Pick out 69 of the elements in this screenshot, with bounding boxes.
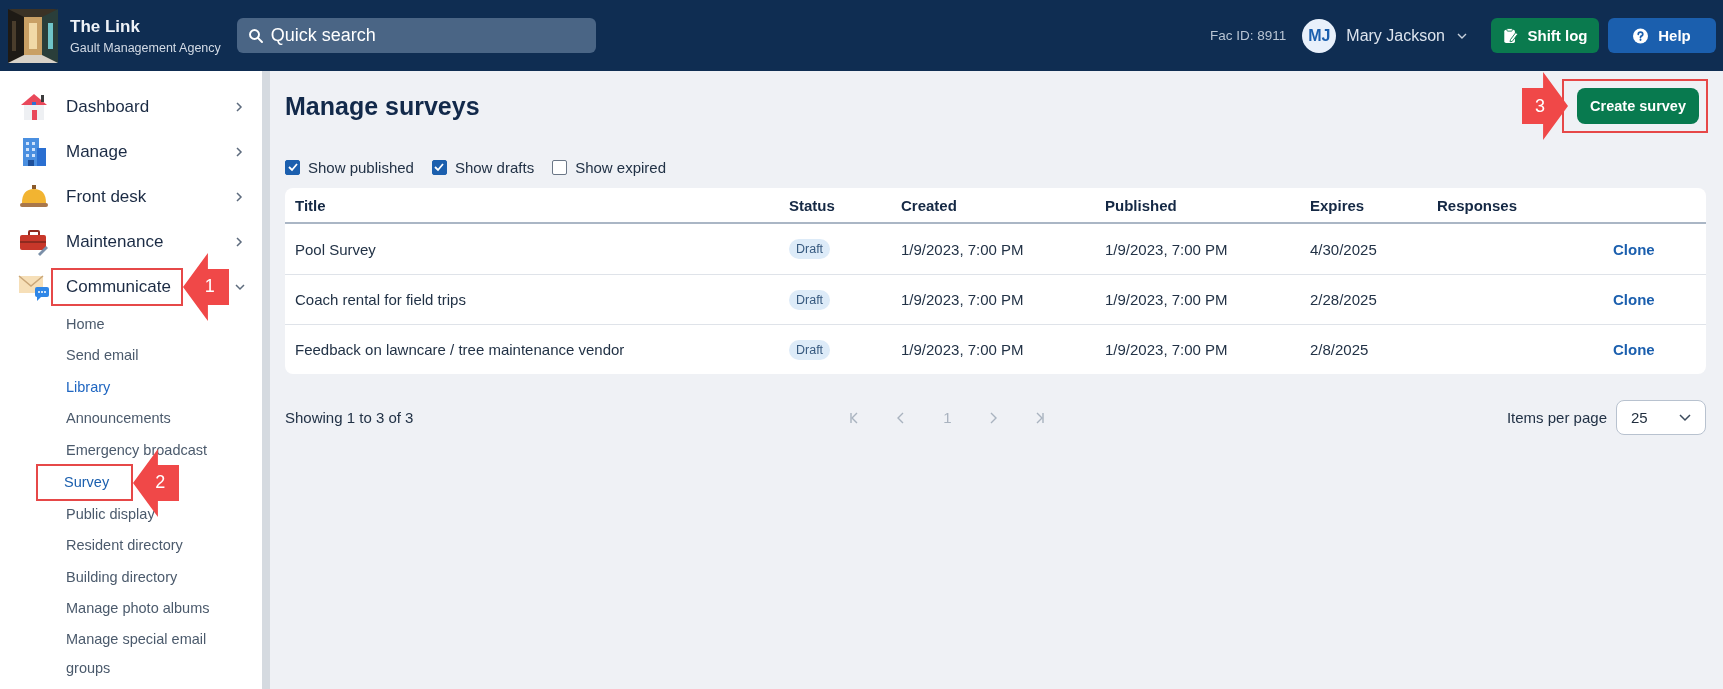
status-badge: Draft <box>789 289 831 310</box>
table-cell-text: Pool Survey <box>294 240 377 258</box>
checkbox-label: Show drafts <box>454 158 535 176</box>
caret-icon <box>1457 32 1467 39</box>
table-cell-text: 1/9/2023, 7:00 PM <box>1104 291 1229 308</box>
table-cell-text: 1/9/2023, 7:00 PM <box>1104 341 1229 358</box>
column-header: Status <box>788 196 836 214</box>
checkbox[interactable] <box>552 159 568 175</box>
nav-link[interactable]: Announcements <box>66 403 244 435</box>
chevron-icon[interactable] <box>234 101 244 112</box>
nav-label: Front desk <box>66 186 148 207</box>
nav-link[interactable]: Public display <box>66 499 244 531</box>
result-count: Showing 1 to 3 of 3 <box>285 409 414 426</box>
page-size-select[interactable]: 25 <box>1616 400 1706 435</box>
nav-label: Maintenance <box>66 231 165 252</box>
help-button[interactable]: Help <box>1608 18 1716 53</box>
status-badge: Draft <box>789 239 831 259</box>
column-header: Responses <box>1436 196 1519 214</box>
user-name: Mary Jackson <box>1346 26 1445 45</box>
table-cell-text: 2/8/2025 <box>1309 341 1370 358</box>
column-header: Published <box>1104 196 1178 214</box>
status-badge: Draft <box>789 339 831 360</box>
column-header: Expires <box>1309 196 1366 214</box>
search-field[interactable]: Quick search <box>236 18 596 53</box>
facility-id: Fac ID: 8911 <box>1210 28 1287 43</box>
shift-log-button[interactable]: Shift log <box>1491 18 1599 53</box>
clone-link[interactable]: Clone <box>1613 240 1655 258</box>
column-header: Created <box>900 196 958 214</box>
table-cell-text: 2/28/2025 <box>1309 291 1378 308</box>
items-per-page-label: Items per page <box>1506 409 1607 426</box>
table-cell-text: 1/9/2023, 7:00 PM <box>900 341 1025 358</box>
chevron-icon[interactable] <box>234 191 244 202</box>
nav-link[interactable]: Home <box>66 309 244 341</box>
app-title: The Link <box>70 16 141 37</box>
table-cell-text: 1/9/2023, 7:00 PM <box>900 240 1025 258</box>
create-survey-button[interactable]: Create survey <box>1577 88 1699 124</box>
nav-link[interactable]: Send email <box>66 340 244 372</box>
clipboard-pencil-icon <box>1502 27 1518 44</box>
nav-link[interactable]: Survey <box>64 466 110 499</box>
caret-icon <box>1679 413 1691 422</box>
help-icon <box>1633 27 1649 44</box>
checkbox-label: Show published <box>308 158 414 176</box>
chevron-icon[interactable] <box>234 146 244 157</box>
nav-label: Dashboard <box>66 96 151 117</box>
table-cell-text: 1/9/2023, 7:00 PM <box>1104 240 1229 258</box>
nav-link[interactable]: Emergency broadcast <box>66 434 244 467</box>
nav-link[interactable]: Manage special email groups <box>66 624 244 683</box>
clone-link[interactable]: Clone <box>1613 291 1655 308</box>
user-menu[interactable]: MJ Mary Jackson <box>1302 18 1467 53</box>
table-cell-text: Feedback on lawncare / tree maintenance vendor <box>294 341 626 358</box>
table-cell-text: Coach rental for field trips <box>294 291 467 308</box>
column-header: Title <box>294 196 327 214</box>
nav-label: Communicate <box>66 276 171 297</box>
checkbox[interactable] <box>285 159 300 175</box>
chevron-icon[interactable] <box>234 236 244 247</box>
chevron-icon[interactable] <box>234 281 245 292</box>
avatar: MJ <box>1302 18 1337 53</box>
checkbox-label: Show expired <box>575 158 667 176</box>
organization-name: Gault Management Agency <box>70 40 221 55</box>
nav-link[interactable]: Manage photo albums <box>66 593 244 625</box>
nav-label: Manage <box>66 141 129 162</box>
nav-link[interactable]: Library <box>66 371 244 404</box>
nav-link[interactable]: Resident directory <box>66 530 244 562</box>
nav-link[interactable]: Building directory <box>66 561 244 594</box>
table-cell-text: 1/9/2023, 7:00 PM <box>900 291 1025 308</box>
clone-link[interactable]: Clone <box>1613 341 1655 358</box>
table-cell-text: 4/30/2025 <box>1309 240 1378 258</box>
page-title: Manage surveys <box>285 91 480 121</box>
checkbox[interactable] <box>431 159 447 175</box>
